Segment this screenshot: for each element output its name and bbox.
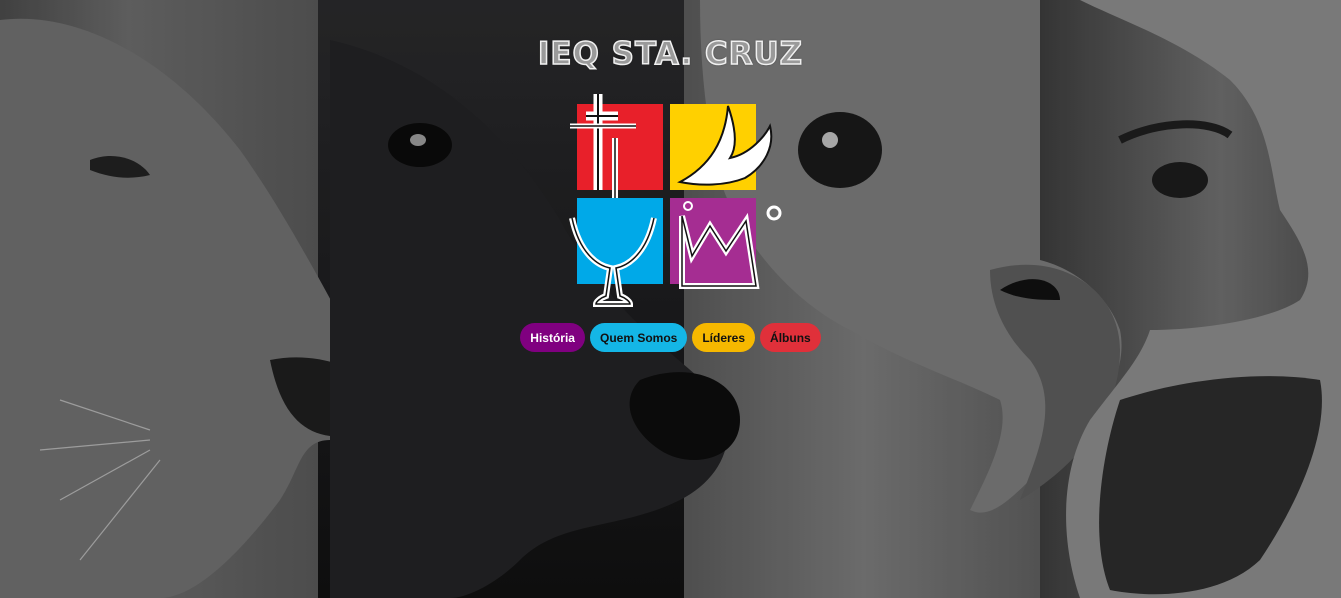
church-logo [569,94,782,307]
cross-icon [570,94,663,216]
nav-lideres-button[interactable]: Líderes [692,323,756,352]
hero-section: IEQ STA. CRUZ História Quem Somos Lídere… [0,0,1341,598]
main-nav: História Quem Somos Líderes Álbuns [0,323,1341,352]
nav-quem-somos-button[interactable]: Quem Somos [589,323,688,352]
nav-albuns-button[interactable]: Álbuns [760,323,821,352]
nav-historia-button[interactable]: História [520,323,585,352]
site-title: IEQ STA. CRUZ [537,35,804,73]
dove-icon [670,104,773,190]
crown-icon [670,198,782,289]
chalice-icon [569,198,663,307]
